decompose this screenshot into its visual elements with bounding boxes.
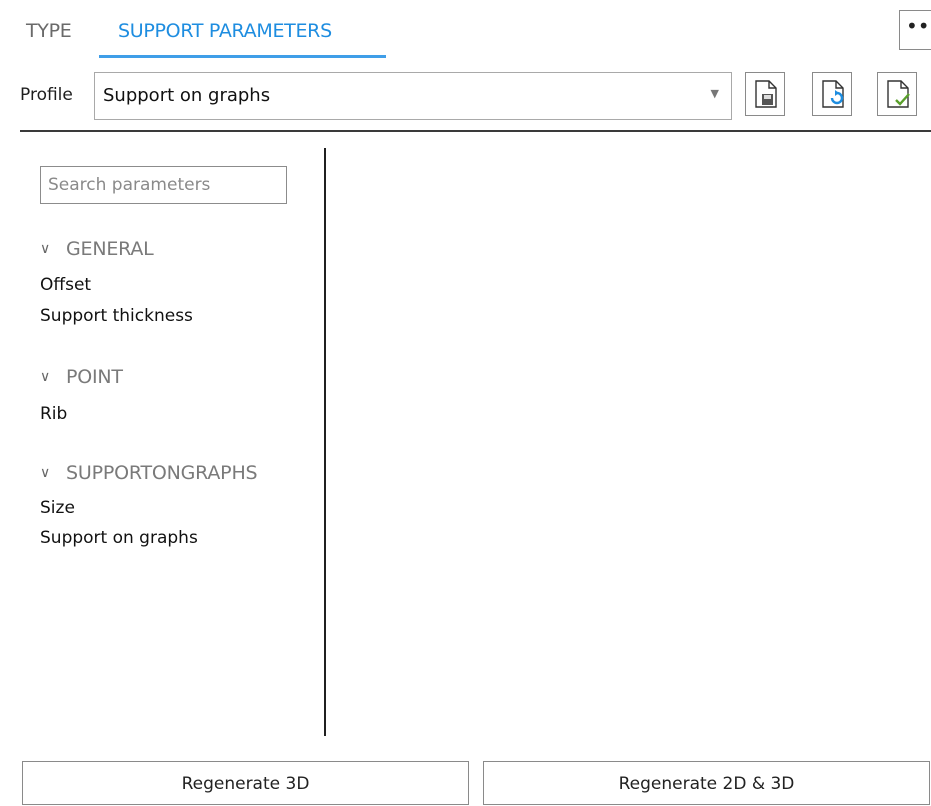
- tab-type[interactable]: TYPE: [26, 16, 72, 46]
- more-dots-icon: •••: [906, 14, 931, 38]
- chevron-down-icon: ∨: [40, 465, 51, 481]
- document-check-icon: [887, 80, 910, 108]
- section-point-header[interactable]: ∨ POINT: [40, 366, 123, 388]
- apply-profile-button[interactable]: [877, 72, 917, 116]
- regenerate-2d-3d-button[interactable]: Regenerate 2D & 3D: [483, 761, 930, 805]
- param-item-support-thickness[interactable]: Support thickness: [40, 306, 193, 326]
- tab-bar: TYPE SUPPORT PARAMETERS: [0, 0, 931, 58]
- section-title: SUPPORTONGRAPHS: [66, 462, 258, 484]
- header-divider: [20, 130, 931, 132]
- param-item-support-on-graphs[interactable]: Support on graphs: [40, 528, 198, 548]
- section-supportongraphs-header[interactable]: ∨ SUPPORTONGRAPHS: [40, 462, 258, 484]
- section-general-header[interactable]: ∨ GENERAL: [40, 238, 154, 260]
- document-reload-icon: [822, 80, 844, 108]
- param-item-rib[interactable]: Rib: [40, 404, 67, 424]
- chevron-down-icon: ∨: [40, 241, 51, 257]
- active-tab-indicator: [99, 55, 386, 58]
- more-options-button[interactable]: •••: [899, 10, 931, 50]
- profile-selected-value: Support on graphs: [103, 85, 271, 106]
- tab-support-parameters[interactable]: SUPPORT PARAMETERS: [118, 16, 332, 46]
- parameters-panel: [0, 148, 324, 736]
- profile-row: Profile Support on graphs ▼: [0, 72, 931, 122]
- profile-dropdown[interactable]: Support on graphs ▼: [94, 72, 732, 120]
- reload-profile-button[interactable]: [812, 72, 852, 116]
- search-parameters-input[interactable]: [40, 166, 287, 204]
- section-title: POINT: [66, 366, 123, 388]
- profile-label: Profile: [20, 85, 73, 105]
- param-item-offset[interactable]: Offset: [40, 275, 91, 295]
- param-item-size[interactable]: Size: [40, 498, 75, 518]
- save-profile-button[interactable]: [745, 72, 785, 116]
- document-save-icon: [755, 80, 777, 108]
- chevron-down-icon: ∨: [40, 369, 51, 385]
- section-title: GENERAL: [66, 238, 154, 260]
- panel-splitter[interactable]: [324, 148, 326, 736]
- regenerate-3d-button[interactable]: Regenerate 3D: [22, 761, 469, 805]
- chevron-down-icon: ▼: [710, 87, 719, 100]
